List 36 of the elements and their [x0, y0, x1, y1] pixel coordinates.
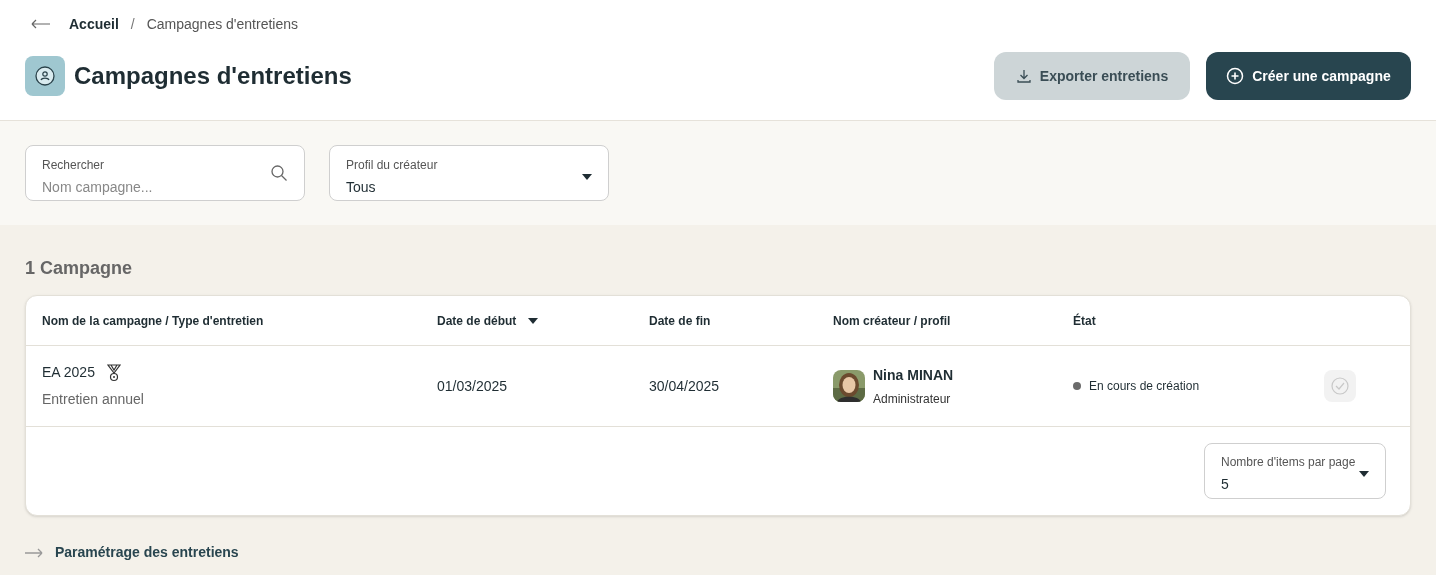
create-campaign-button[interactable]: Créer une campagne: [1206, 52, 1411, 100]
column-header[interactable]: Nom créateur / profil: [833, 311, 951, 330]
start-date: 01/03/2025: [437, 378, 508, 394]
creator-profile-select[interactable]: Profil du créateur Tous: [329, 145, 609, 201]
search-icon: [270, 163, 288, 182]
column-header[interactable]: Date de début: [437, 311, 517, 330]
breadcrumb-item: Campagnes d'entretiens: [146, 14, 299, 34]
arrow-right-icon: [25, 547, 43, 558]
search-input[interactable]: Nom campagne...: [42, 176, 270, 198]
download-icon: [1015, 68, 1032, 84]
caret-icon: [582, 173, 592, 180]
check-circle-icon: [1330, 376, 1350, 396]
field-label: Rechercher: [42, 156, 106, 174]
chat-user-icon: [25, 56, 65, 96]
breadcrumb-separator: /: [130, 14, 135, 34]
column-header[interactable]: État: [1073, 311, 1096, 330]
page-title: Campagnes d'entretiens: [74, 61, 352, 91]
interview-type: Entretien annuel: [42, 390, 145, 409]
campaign-count: 1 Campagne: [25, 257, 134, 280]
settings-link[interactable]: Paramétrage des entretiens: [55, 542, 239, 563]
medal-icon: [106, 363, 121, 382]
creator-name: Nina MINAN: [873, 365, 954, 385]
search-field[interactable]: Rechercher Nom campagne...: [25, 145, 305, 201]
end-date: 30/04/2025: [649, 378, 720, 394]
campaign-name: EA 2025: [42, 363, 95, 382]
column-header[interactable]: Nom de la campagne / Type d'entretien: [42, 311, 264, 330]
items-per-page-select[interactable]: Nombre d'items par page 5: [1204, 443, 1386, 499]
status-label: En cours de création: [1089, 378, 1200, 395]
export-button[interactable]: Exporter entretiens: [994, 52, 1190, 100]
creator-profile: Administrateur: [873, 390, 952, 408]
breadcrumb-item[interactable]: Accueil: [69, 13, 119, 35]
sort-caret-icon: [528, 317, 539, 324]
plus-circle-icon: [1226, 67, 1245, 85]
column-header[interactable]: Date de fin: [649, 311, 711, 330]
back-arrow-icon[interactable]: [31, 19, 51, 29]
caret-icon: [1359, 471, 1369, 477]
